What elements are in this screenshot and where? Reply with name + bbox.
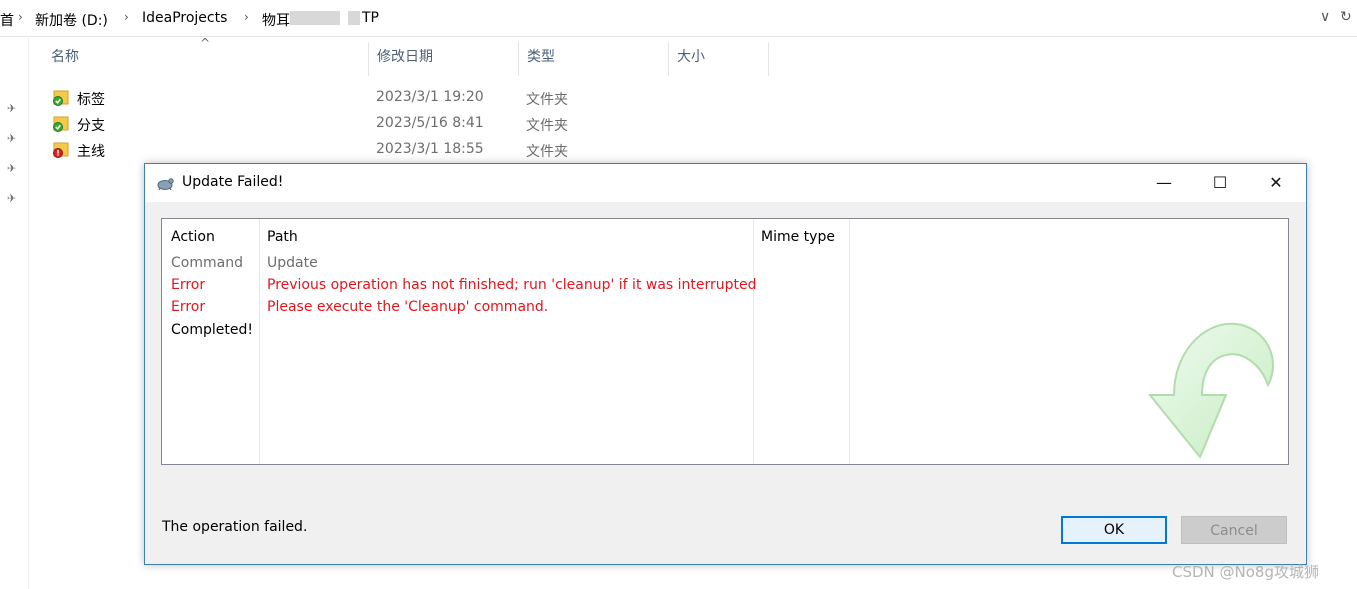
file-type: 文件夹 (526, 118, 568, 134)
pin-icon[interactable]: ✈ (7, 102, 16, 115)
column-header-path[interactable]: Path (267, 229, 298, 245)
file-name: 主线 (77, 144, 105, 160)
column-divider[interactable] (668, 42, 669, 76)
breadcrumb-project-prefix[interactable]: 物耳 (262, 10, 290, 30)
file-row[interactable]: 分支 2023/5/16 8:41 文件夹 (52, 113, 612, 137)
quick-access-pane: ✈ ✈ ✈ ✈ (0, 36, 29, 589)
log-path: Previous operation has not finished; run… (267, 277, 757, 293)
maximize-button[interactable]: ☐ (1192, 164, 1248, 202)
chevron-down-icon[interactable]: ∨ (1320, 9, 1330, 25)
column-header-mime-type[interactable]: Mime type (761, 229, 835, 245)
pin-icon[interactable]: ✈ (7, 132, 16, 145)
dialog-title-bar[interactable]: Update Failed! — ☐ ✕ (145, 164, 1306, 202)
column-divider[interactable] (259, 219, 260, 464)
log-action: Command (171, 255, 243, 271)
breadcrumb-drive[interactable]: 新加卷 (D:) (35, 10, 108, 30)
column-header-size[interactable]: 大小 (677, 46, 705, 66)
sort-ascending-icon: ^ (200, 36, 211, 50)
cancel-button[interactable]: Cancel (1181, 516, 1287, 544)
file-date: 2023/5/16 8:41 (376, 115, 484, 131)
update-arrow-icon (1147, 322, 1274, 459)
redacted-text (348, 11, 360, 25)
file-row[interactable]: 标签 2023/3/1 19:20 文件夹 (52, 87, 612, 111)
address-bar[interactable]: 首 › 新加卷 (D:) › IdeaProjects › 物耳 TP ∨ ↻ (0, 0, 1357, 37)
status-text: The operation failed. (162, 519, 308, 535)
dialog-title: Update Failed! (182, 174, 284, 190)
ok-button[interactable]: OK (1061, 516, 1167, 544)
file-type: 文件夹 (526, 92, 568, 108)
column-divider[interactable] (849, 219, 850, 464)
pin-icon[interactable]: ✈ (7, 162, 16, 175)
tortoise-icon (157, 178, 174, 191)
file-date: 2023/3/1 18:55 (376, 141, 484, 157)
breadcrumb-separator: › (244, 10, 249, 24)
log-action: Error (171, 299, 206, 315)
folder-ok-icon (53, 90, 69, 106)
pin-icon[interactable]: ✈ (7, 192, 16, 205)
log-path: Please execute the 'Cleanup' command. (267, 299, 549, 315)
column-divider[interactable] (753, 219, 754, 464)
log-action: Completed! (171, 322, 253, 338)
breadcrumb-ideaprojects[interactable]: IdeaProjects (142, 10, 227, 26)
close-button[interactable]: ✕ (1248, 164, 1304, 202)
log-path: Update (267, 255, 318, 271)
column-divider[interactable] (768, 42, 769, 76)
breadcrumb-project-suffix[interactable]: TP (362, 10, 379, 26)
file-row[interactable]: 主线 2023/3/1 18:55 文件夹 (52, 139, 612, 163)
column-header-type[interactable]: 类型 (527, 46, 555, 66)
folder-ok-icon (53, 116, 69, 132)
column-divider[interactable] (518, 42, 519, 76)
minimize-button[interactable]: — (1136, 164, 1192, 202)
column-header-date[interactable]: 修改日期 (377, 46, 433, 66)
column-header-action[interactable]: Action (171, 229, 215, 245)
breadcrumb-home[interactable]: 首 (0, 10, 14, 30)
breadcrumb-separator: › (124, 10, 129, 24)
folder-conflict-icon (53, 142, 69, 158)
file-name: 标签 (77, 92, 105, 108)
column-header-name[interactable]: 名称 (51, 46, 79, 66)
file-type: 文件夹 (526, 144, 568, 160)
file-name: 分支 (77, 118, 105, 134)
redacted-text (290, 11, 340, 25)
watermark: CSDN @No8g攻城狮 (1172, 563, 1319, 581)
file-date: 2023/3/1 19:20 (376, 89, 484, 105)
update-failed-dialog: Update Failed! — ☐ ✕ Action Path Mime ty… (144, 163, 1307, 565)
breadcrumb-separator: › (18, 10, 23, 24)
log-action: Error (171, 277, 206, 293)
update-log-list[interactable]: Action Path Mime type Command Update Err… (161, 218, 1289, 465)
refresh-icon[interactable]: ↻ (1340, 9, 1352, 25)
column-divider[interactable] (368, 42, 369, 76)
